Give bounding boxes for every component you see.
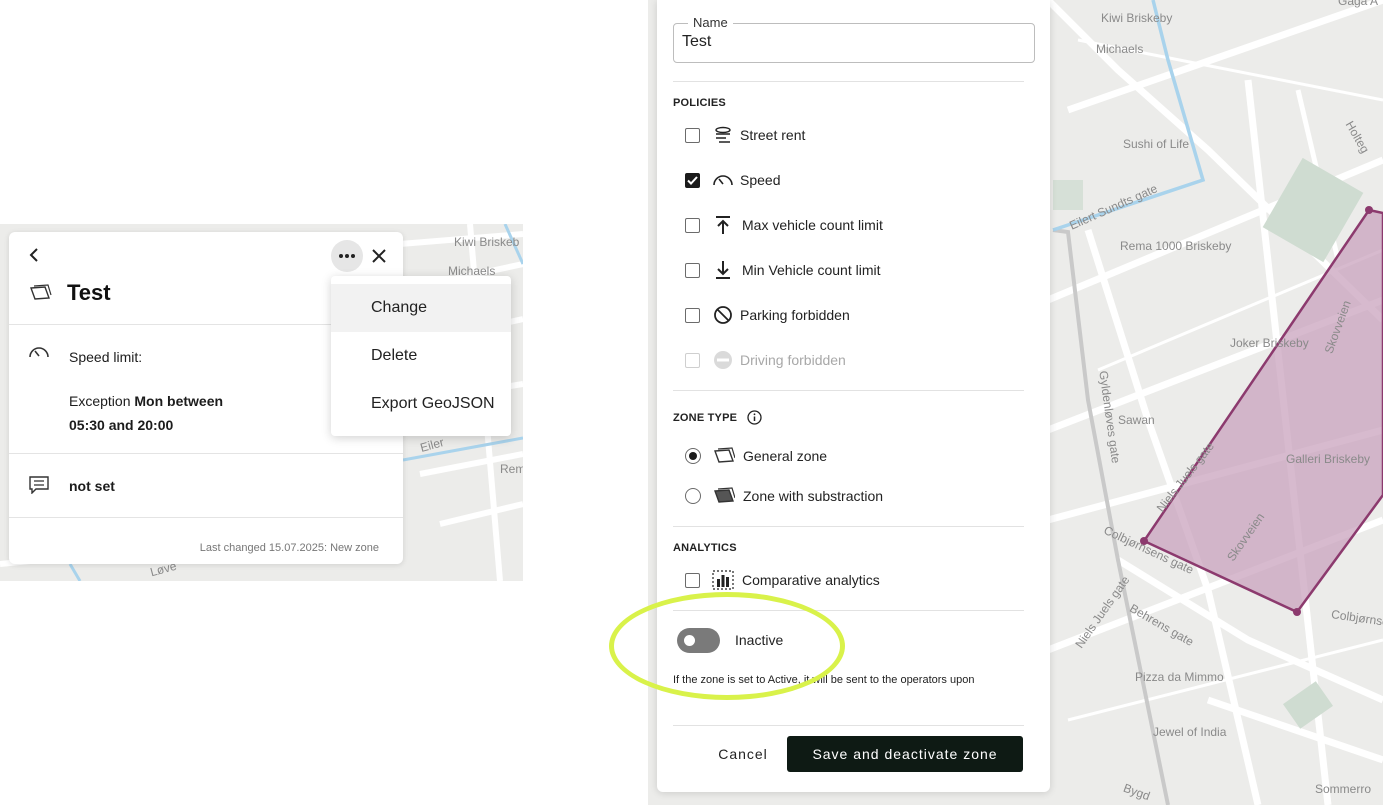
map-label: Rema 1000 Briskeby bbox=[1120, 239, 1232, 253]
divider bbox=[673, 610, 1024, 611]
policy-label: Min Vehicle count limit bbox=[742, 262, 881, 278]
zone-type-substraction[interactable]: Zone with substraction bbox=[685, 485, 883, 507]
analytics-heading: ANALYTICS bbox=[673, 542, 737, 554]
last-changed-text: Last changed 15.07.2025: New zone bbox=[199, 542, 379, 554]
zone-type-heading: ZONE TYPE bbox=[673, 410, 762, 425]
checkmark-icon bbox=[687, 175, 698, 185]
divider bbox=[673, 725, 1024, 726]
name-input[interactable] bbox=[682, 33, 1022, 51]
policy-driving-forbidden: Driving forbidden bbox=[685, 349, 846, 371]
arrow-up-to-line-icon bbox=[712, 214, 734, 236]
close-button[interactable] bbox=[369, 246, 389, 266]
zone-type-label: Zone with substraction bbox=[743, 488, 884, 504]
name-field: Name bbox=[673, 15, 1035, 63]
general-zone-icon bbox=[713, 445, 735, 467]
chevron-left-icon bbox=[29, 248, 38, 262]
zone-title: Test bbox=[67, 280, 111, 305]
menu-item-export-geojson[interactable]: Export GeoJSON bbox=[331, 380, 511, 428]
cancel-button[interactable]: Cancel bbox=[706, 737, 780, 771]
policy-label: Parking forbidden bbox=[740, 307, 850, 323]
map-label: Sushi of Life bbox=[1123, 137, 1190, 151]
map-label: Gaga A bbox=[1338, 0, 1379, 8]
name-field-label: Name bbox=[688, 15, 733, 30]
zone-type-heading-text: ZONE TYPE bbox=[673, 411, 738, 424]
comment-icon bbox=[29, 476, 49, 495]
map-label: Galleri Briskeby bbox=[1286, 452, 1371, 466]
speed-limit-label: Speed limit: bbox=[69, 349, 143, 365]
zone-type-label: General zone bbox=[743, 448, 828, 464]
no-parking-icon bbox=[712, 304, 734, 326]
policy-parking-forbidden[interactable]: Parking forbidden bbox=[685, 304, 850, 326]
map-label: Jewel of India bbox=[1153, 725, 1227, 739]
active-toggle[interactable] bbox=[677, 628, 720, 653]
ellipsis-icon bbox=[339, 254, 355, 258]
policy-label: Speed bbox=[740, 172, 781, 188]
divider bbox=[673, 81, 1024, 82]
zone-polygon[interactable] bbox=[1142, 208, 1383, 614]
policy-max-vehicle-count[interactable]: Max vehicle count limit bbox=[685, 214, 883, 236]
comment-value: not set bbox=[69, 478, 115, 494]
status-label: Inactive bbox=[735, 632, 784, 648]
general-zone-radio[interactable] bbox=[685, 448, 701, 464]
divider bbox=[673, 526, 1024, 527]
policies-heading: POLICIES bbox=[673, 97, 726, 109]
zone-vertex[interactable] bbox=[1293, 608, 1301, 616]
speedometer-icon bbox=[28, 344, 50, 360]
no-entry-icon bbox=[712, 349, 734, 371]
substraction-zone-icon bbox=[713, 485, 735, 507]
more-options-button[interactable] bbox=[331, 240, 363, 272]
speed-exception: Exception Mon between 05:30 and 20:00 bbox=[69, 389, 223, 437]
min-vehicle-checkbox[interactable] bbox=[685, 262, 700, 278]
policy-label: Driving forbidden bbox=[740, 352, 846, 368]
street-rent-checkbox[interactable] bbox=[685, 127, 700, 143]
divider bbox=[9, 453, 403, 454]
policy-label: Max vehicle count limit bbox=[742, 217, 883, 233]
map-label: Kiwi Briskeb bbox=[454, 235, 520, 249]
zone-type-general[interactable]: General zone bbox=[685, 445, 827, 467]
map-label: Michaels bbox=[1096, 42, 1144, 56]
map-label: Pizza da Mimmo bbox=[1135, 670, 1224, 684]
policy-label: Street rent bbox=[740, 127, 806, 143]
map-label: Joker Briskeby bbox=[1230, 336, 1309, 350]
general-zone-icon bbox=[29, 284, 53, 302]
speedometer-icon bbox=[712, 169, 734, 191]
street-rent-icon bbox=[712, 124, 734, 146]
comparative-analytics-checkbox[interactable] bbox=[685, 572, 700, 588]
back-button[interactable] bbox=[25, 246, 43, 264]
save-deactivate-button[interactable]: Save and deactivate zone bbox=[787, 736, 1023, 772]
substraction-zone-radio[interactable] bbox=[685, 488, 701, 504]
exception-times: 05:30 and 20:00 bbox=[69, 417, 174, 433]
activation-hint: If the zone is set to Active, it will be… bbox=[673, 674, 975, 686]
map-label: Sawan bbox=[1118, 413, 1155, 427]
toggle-knob bbox=[684, 635, 695, 646]
map-label: Rem bbox=[500, 462, 523, 476]
policy-min-vehicle-count[interactable]: Min Vehicle count limit bbox=[685, 259, 881, 281]
zone-edit-panel: Name POLICIES Street rent Speed Max vehi… bbox=[657, 0, 1050, 792]
zone-vertex[interactable] bbox=[1365, 206, 1373, 214]
speed-checkbox[interactable] bbox=[685, 172, 700, 188]
divider bbox=[9, 517, 403, 518]
close-icon bbox=[372, 249, 386, 263]
analytics-label: Comparative analytics bbox=[742, 572, 880, 588]
max-vehicle-checkbox[interactable] bbox=[685, 217, 700, 233]
map-label: Kiwi Briskeby bbox=[1101, 11, 1173, 25]
menu-item-delete[interactable]: Delete bbox=[331, 332, 511, 380]
driving-forbidden-checkbox bbox=[685, 352, 700, 368]
menu-item-change[interactable]: Change bbox=[331, 284, 511, 332]
divider bbox=[673, 390, 1024, 391]
analytics-comparative[interactable]: Comparative analytics bbox=[685, 569, 880, 591]
map-label: Sommerro bbox=[1315, 782, 1372, 796]
bar-chart-icon bbox=[712, 569, 734, 591]
exception-prefix: Exception bbox=[69, 393, 131, 409]
info-icon[interactable] bbox=[747, 410, 762, 425]
policy-speed[interactable]: Speed bbox=[685, 169, 780, 191]
arrow-down-to-line-icon bbox=[712, 259, 734, 281]
context-menu: Change Delete Export GeoJSON bbox=[331, 276, 511, 436]
parking-forbidden-checkbox[interactable] bbox=[685, 307, 700, 323]
exception-days: Mon between bbox=[134, 393, 224, 409]
policy-street-rent[interactable]: Street rent bbox=[685, 124, 805, 146]
